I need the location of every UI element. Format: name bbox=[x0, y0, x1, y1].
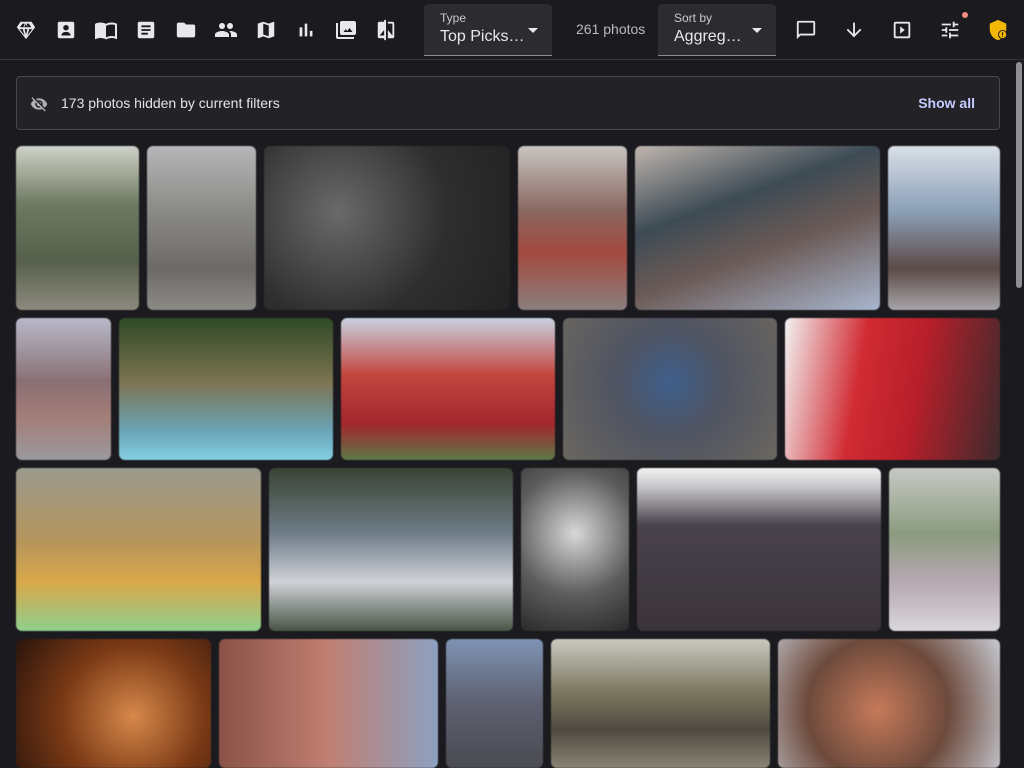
photo-thumbnail[interactable] bbox=[16, 468, 261, 631]
photo-thumbnail[interactable] bbox=[446, 639, 543, 768]
bar-chart-icon[interactable] bbox=[294, 18, 318, 42]
book-open-icon[interactable] bbox=[94, 18, 118, 42]
folder-icon[interactable] bbox=[174, 18, 198, 42]
photo-thumbnail[interactable] bbox=[16, 318, 111, 460]
photo-thumbnail[interactable] bbox=[264, 146, 510, 310]
show-all-button[interactable]: Show all bbox=[918, 95, 975, 111]
photo-thumbnail[interactable] bbox=[341, 318, 555, 460]
type-select[interactable]: Type Top Picks… bbox=[424, 4, 552, 56]
compare-icon[interactable] bbox=[374, 18, 398, 42]
photo-library-icon[interactable] bbox=[334, 18, 358, 42]
hidden-photos-text: 173 photos hidden by current filters bbox=[61, 95, 280, 111]
scrollbar[interactable] bbox=[1014, 60, 1024, 768]
photo-thumbnail[interactable] bbox=[888, 146, 1000, 310]
slideshow-play-icon[interactable] bbox=[890, 18, 914, 42]
photo-thumbnail[interactable] bbox=[521, 468, 629, 631]
photo-count: 261 photos bbox=[576, 21, 646, 37]
photo-thumbnail[interactable] bbox=[563, 318, 777, 460]
sort-select-value: Aggrega… bbox=[674, 28, 750, 45]
photo-thumbnail[interactable] bbox=[16, 146, 139, 310]
chevron-down-icon bbox=[752, 28, 762, 33]
photo-thumbnail[interactable] bbox=[637, 468, 881, 631]
chevron-down-icon bbox=[528, 28, 538, 33]
scrollbar-thumb[interactable] bbox=[1016, 62, 1022, 288]
image-icon[interactable] bbox=[54, 18, 78, 42]
top-toolbar: Type Top Picks… 261 photos Sort by Aggre… bbox=[0, 0, 1024, 60]
photo-thumbnail[interactable] bbox=[778, 639, 1000, 768]
people-icon[interactable] bbox=[214, 18, 238, 42]
comment-icon[interactable] bbox=[794, 18, 818, 42]
photo-thumbnail[interactable] bbox=[518, 146, 627, 310]
photo-thumbnail[interactable] bbox=[219, 639, 438, 768]
map-icon[interactable] bbox=[254, 18, 278, 42]
sort-select[interactable]: Sort by Aggrega… bbox=[658, 4, 776, 56]
photo-thumbnail[interactable] bbox=[551, 639, 770, 768]
diamond-icon[interactable] bbox=[14, 18, 38, 42]
photo-thumbnail[interactable] bbox=[147, 146, 256, 310]
download-arrow-icon[interactable] bbox=[842, 18, 866, 42]
photo-thumbnail[interactable] bbox=[16, 639, 211, 768]
sort-select-label: Sort by bbox=[674, 11, 713, 25]
type-select-label: Type bbox=[440, 11, 467, 25]
article-icon[interactable] bbox=[134, 18, 158, 42]
hidden-photos-banner: 173 photos hidden by current filters Sho… bbox=[16, 76, 1000, 130]
photo-thumbnail[interactable] bbox=[119, 318, 333, 460]
photo-thumbnail[interactable] bbox=[785, 318, 1000, 460]
type-select-value: Top Picks… bbox=[440, 28, 525, 45]
tune-sliders-icon[interactable] bbox=[938, 18, 962, 42]
photo-thumbnail[interactable] bbox=[635, 146, 880, 310]
notification-dot bbox=[962, 12, 968, 18]
photo-thumbnail[interactable] bbox=[889, 468, 1000, 631]
visibility-off-icon bbox=[30, 95, 48, 113]
photo-thumbnail[interactable] bbox=[269, 468, 513, 631]
shield-icon[interactable] bbox=[986, 18, 1010, 42]
